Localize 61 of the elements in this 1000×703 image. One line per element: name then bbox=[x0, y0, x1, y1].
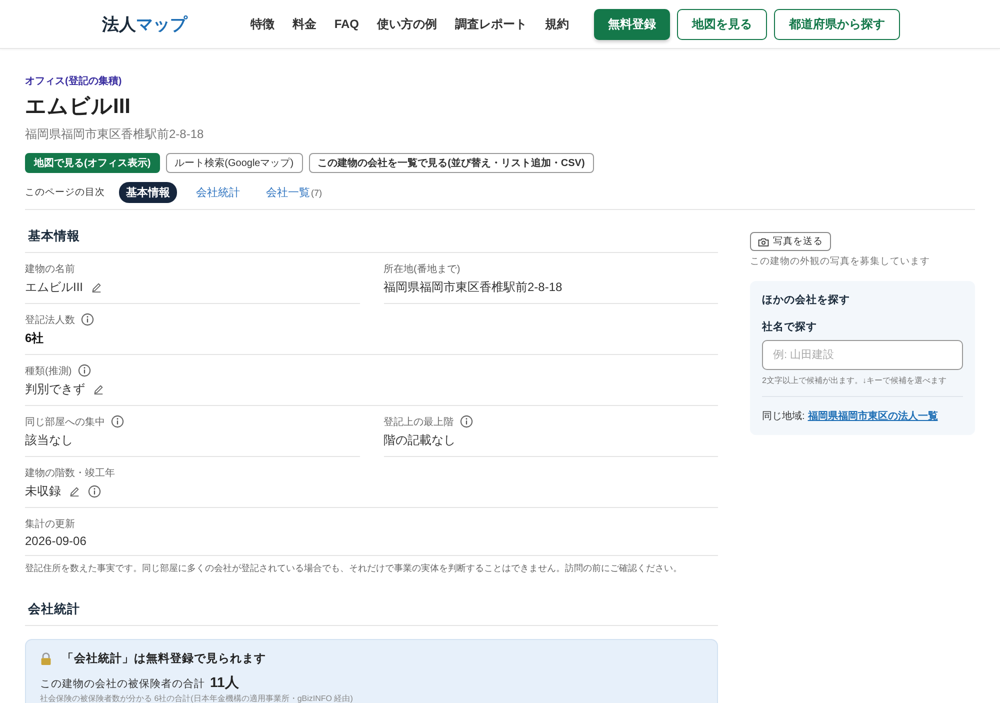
info-icon[interactable] bbox=[78, 364, 91, 377]
disclaimer-text: 登記住所を数えた事実です。同じ部屋に多くの会社が登記されている場合でも、それだけで事業の実体を判断することはできません。訪問の前にご確認ください。 bbox=[25, 562, 683, 575]
field-label: 登記法人数 bbox=[25, 314, 75, 326]
info-icon[interactable] bbox=[460, 415, 472, 428]
total-value: 11人 bbox=[210, 674, 239, 692]
field-value: 未収録 bbox=[25, 483, 61, 500]
info-icon[interactable] bbox=[88, 485, 101, 498]
edit-icon[interactable] bbox=[91, 282, 102, 293]
action-button[interactable]: 地図で見る(オフィス表示) bbox=[25, 153, 160, 173]
field-value: 2026-09-06 bbox=[25, 534, 86, 548]
field-label: 建物の名前 bbox=[25, 262, 75, 276]
nav-link[interactable]: 特徴 bbox=[250, 16, 274, 32]
nav-link[interactable]: 使い方の例 bbox=[377, 16, 437, 32]
field-value: 福岡県福岡市東区香椎駅前2-8-18 bbox=[384, 279, 562, 296]
field-label: 種類(推測) bbox=[25, 364, 72, 378]
total-label: この建物の会社の被保険者の合計 bbox=[40, 677, 205, 691]
camera-icon bbox=[758, 236, 769, 246]
action-button[interactable]: ルート検索(Googleマップ) bbox=[166, 153, 303, 173]
lock-title: 「会社統計」は無料登録で見られます bbox=[62, 651, 266, 666]
field-value: 判別できず bbox=[25, 381, 85, 398]
toc-label: このページの目次 bbox=[25, 186, 105, 199]
card-title: ほかの会社を探す bbox=[762, 292, 851, 306]
field-label: 所在地(番地まで) bbox=[384, 262, 460, 276]
section-heading: 会社統計 bbox=[25, 601, 718, 626]
field-value: 該当なし bbox=[25, 432, 73, 449]
field-label: 同じ部屋への集中 bbox=[25, 416, 105, 428]
toc-tab[interactable]: 会社統計 bbox=[189, 182, 247, 203]
field-label: 集計の更新 bbox=[25, 518, 75, 530]
field-value: 6社 bbox=[25, 330, 44, 347]
nav-link[interactable]: 規約 bbox=[545, 16, 569, 32]
header-button[interactable]: 地図を見る bbox=[677, 8, 767, 40]
photo-note: この建物の外観の写真を募集しています bbox=[750, 254, 931, 268]
category-label: オフィス(登記の集積) bbox=[25, 74, 123, 88]
nav-link[interactable]: 調査レポート bbox=[455, 16, 527, 32]
nav-link[interactable]: 料金 bbox=[292, 16, 316, 32]
building-address: 福岡県福岡市東区香椎駅前2-8-18 bbox=[25, 126, 205, 143]
region-label: 同じ地域: bbox=[762, 410, 805, 422]
section-heading: 基本情報 bbox=[25, 228, 718, 253]
field-value: エムビルIII bbox=[25, 279, 84, 296]
nav-link[interactable]: FAQ bbox=[334, 17, 359, 31]
info-icon[interactable] bbox=[111, 415, 124, 428]
field-value: 階の記載なし bbox=[384, 432, 456, 449]
source-note: 社会保険の被保険者数が分かる 6社の合計(日本年金機構の適用事業所・gBizINFO 経由) bbox=[40, 693, 354, 703]
field-label: 登記上の最上階 bbox=[384, 416, 454, 428]
company-search-field[interactable]: 例: 山田建設 bbox=[762, 340, 963, 370]
edit-icon[interactable] bbox=[93, 384, 104, 395]
header-button[interactable]: 都道府県から探す bbox=[774, 8, 900, 40]
action-button[interactable]: この建物の会社を一覧で見る(並び替え・リスト追加・CSV) bbox=[308, 153, 594, 173]
site-logo[interactable]: 法人マップ bbox=[102, 12, 187, 36]
building-title: エムビルIII bbox=[25, 94, 132, 120]
search-label: 社名で探す bbox=[762, 320, 818, 334]
edit-icon[interactable] bbox=[69, 486, 80, 497]
search-hint: 2文字以上で候補が出ます。↓キーで候補を選べます bbox=[762, 374, 963, 396]
field-label: 建物の階数・竣工年 bbox=[25, 466, 115, 480]
toc-tab[interactable]: 基本情報 bbox=[119, 182, 177, 203]
lock-icon bbox=[40, 652, 52, 666]
info-icon[interactable] bbox=[81, 313, 94, 326]
send-photo-button[interactable]: 写真を送る bbox=[750, 232, 831, 251]
region-link[interactable]: 福岡県福岡市東区の法人一覧 bbox=[808, 408, 938, 422]
toc-tab[interactable]: 会社一覧(7) bbox=[259, 182, 329, 203]
header-button[interactable]: 無料登録 bbox=[594, 8, 670, 40]
